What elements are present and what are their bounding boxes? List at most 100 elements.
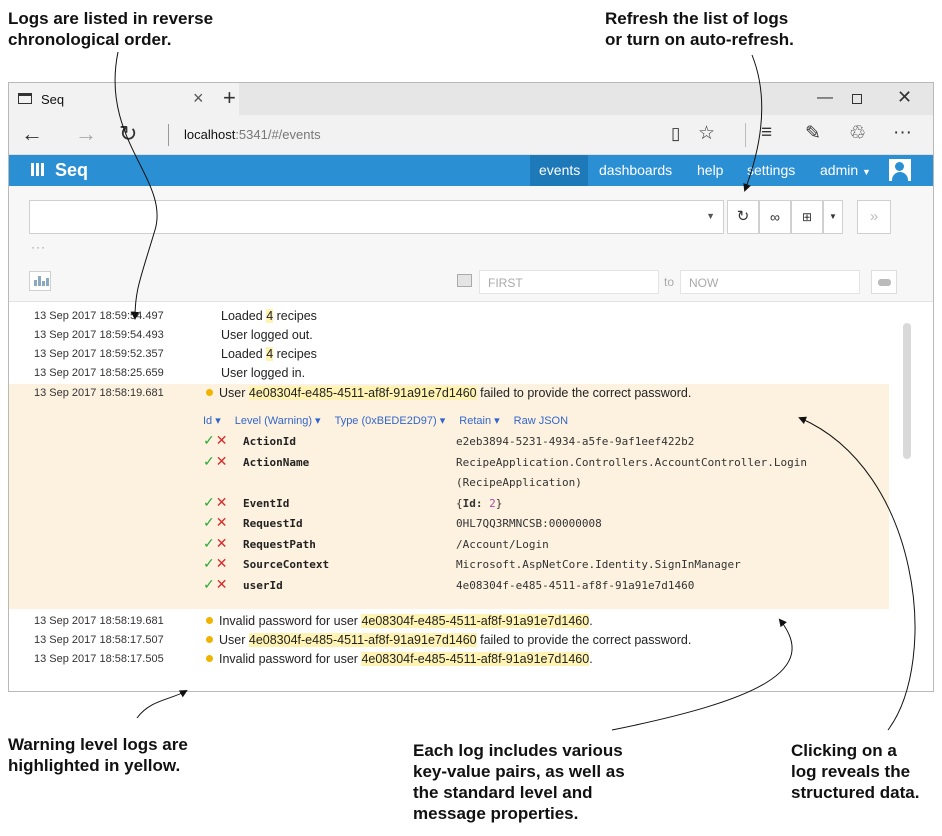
back-arrow-icon[interactable]: ← — [21, 121, 43, 147]
web-note-icon[interactable]: ✎ — [805, 122, 821, 145]
signal-dropdown[interactable]: ▼ — [823, 200, 843, 234]
seq-logo[interactable]: Seq — [55, 160, 88, 181]
search-history-dropdown[interactable]: ▼ — [706, 211, 715, 221]
tab-bar: Seq × + — ✕ — [9, 83, 933, 115]
forward-arrow-icon[interactable]: → — [75, 121, 97, 147]
event-row[interactable]: 13 Sep 2017 18:58:25.659 User logged in. — [9, 364, 889, 383]
maximize-icon[interactable] — [852, 94, 862, 104]
histogram-icon[interactable] — [29, 271, 51, 291]
range-from-input[interactable]: FIRST — [479, 270, 659, 294]
event-timestamp: 13 Sep 2017 18:59:54.493 — [34, 329, 164, 341]
event-action-3[interactable]: Retain ▾ — [459, 415, 499, 427]
refresh-icon[interactable]: ↻ — [119, 121, 137, 147]
include-filter-icon[interactable]: ✓ — [203, 514, 215, 530]
auto-refresh-button[interactable]: ∞ — [759, 200, 791, 234]
expanded-event-row[interactable]: 13 Sep 2017 18:58:19.681 User 4e08304f-e… — [9, 384, 889, 403]
exclude-filter-icon[interactable]: ✕ — [216, 576, 228, 592]
calendar-icon[interactable] — [457, 274, 472, 287]
event-message: User 4e08304f-e485-4511-af8f-91a91e7d146… — [206, 633, 691, 647]
property-value: e2eb3894-5231-4934-a5fe-9af1eef422b2 — [456, 435, 695, 448]
warning-dot-icon — [206, 655, 213, 662]
clear-range-button[interactable] — [871, 270, 897, 294]
close-window-icon[interactable]: ✕ — [897, 87, 912, 108]
event-message: User 4e08304f-e485-4511-af8f-91a91e7d146… — [206, 386, 691, 400]
nav-settings[interactable]: settings — [747, 162, 795, 178]
warning-dot-icon — [206, 636, 213, 643]
warning-dot-icon — [206, 389, 213, 396]
search-input[interactable]: ▼ — [29, 200, 724, 234]
expand-panel-button[interactable]: » — [857, 200, 891, 234]
event-timestamp: 13 Sep 2017 18:58:25.659 — [34, 367, 164, 379]
include-filter-icon[interactable]: ✓ — [203, 432, 215, 448]
event-action-4[interactable]: Raw JSON — [514, 415, 568, 427]
event-row[interactable]: 13 Sep 2017 18:59:54.493 User logged out. — [9, 326, 889, 345]
property-row: ✓✕ RequestId 0HL7QQ3RMNCSB:00000008 — [203, 514, 893, 534]
include-filter-icon[interactable]: ✓ — [203, 555, 215, 571]
property-value: {Id: 2} — [456, 496, 503, 510]
exclude-filter-icon[interactable]: ✕ — [216, 514, 228, 530]
event-timestamp: 13 Sep 2017 18:58:17.505 — [34, 653, 164, 665]
hub-icon[interactable]: ≡ — [761, 122, 772, 144]
favorite-star-icon[interactable]: ☆ — [698, 122, 715, 145]
seq-app-bar: Seq events dashboards help settings admi… — [9, 155, 933, 186]
event-timestamp: 13 Sep 2017 18:58:17.507 — [34, 634, 164, 646]
range-to-label: to — [664, 275, 675, 289]
property-row: ✓✕ ActionId e2eb3894-5231-4934-a5fe-9af1ee… — [203, 432, 893, 452]
event-row[interactable]: 13 Sep 2017 18:58:17.507 User 4e08304f-e4… — [9, 631, 889, 650]
exclude-filter-icon[interactable]: ✕ — [216, 555, 228, 571]
close-tab-icon[interactable]: × — [193, 88, 204, 109]
page-icon — [18, 93, 32, 104]
nav-events[interactable]: events — [539, 162, 580, 178]
filter-area: ▼ ↻ ∞ ⊞ ▼ » ··· FIRST to NOW — [9, 186, 933, 302]
scrollbar[interactable] — [903, 323, 911, 459]
exclude-filter-icon[interactable]: ✕ — [216, 432, 228, 448]
event-row[interactable]: 13 Sep 2017 18:59:54.497 Loaded 4 recipes — [9, 307, 889, 326]
more-dots[interactable]: ··· — [31, 240, 46, 254]
property-name: SourceContext — [243, 558, 330, 571]
property-row: ✓✕ RequestPath/Account/Login — [203, 535, 893, 555]
property-name: userId — [243, 578, 283, 592]
more-icon[interactable]: ··· — [893, 122, 912, 144]
event-action-1[interactable]: Level (Warning) ▾ — [235, 415, 321, 427]
nav-help[interactable]: help — [697, 162, 723, 178]
callout-structured-data: Clicking on a log reveals the structured… — [791, 741, 920, 802]
exclude-filter-icon[interactable]: ✕ — [216, 494, 228, 510]
property-value: (RecipeApplication) — [456, 476, 582, 489]
new-tab-button[interactable]: + — [223, 85, 236, 111]
nav-dashboards[interactable]: dashboards — [599, 162, 672, 178]
reading-view-icon[interactable]: ▯ — [671, 124, 680, 144]
minimize-icon[interactable]: — — [817, 89, 833, 107]
browser-window: Seq × + — ✕ ← → ↻ localhost:5341/#/event… — [8, 82, 934, 692]
signal-button[interactable]: ⊞ — [791, 200, 823, 234]
property-name: RequestPath — [243, 537, 316, 551]
url-field[interactable]: localhost:5341/#/events — [184, 127, 321, 142]
refresh-button[interactable]: ↻ — [727, 200, 759, 234]
include-filter-icon[interactable]: ✓ — [203, 576, 215, 592]
event-row[interactable]: 13 Sep 2017 18:58:19.681 Invalid password… — [9, 612, 889, 631]
include-filter-icon[interactable]: ✓ — [203, 453, 215, 469]
share-icon[interactable]: ♲ — [849, 122, 866, 145]
event-action-0[interactable]: Id ▾ — [203, 415, 221, 427]
exclude-filter-icon[interactable]: ✕ — [216, 535, 228, 551]
avatar[interactable] — [889, 159, 911, 181]
property-row: ✓✕ EventId {Id: 2} — [203, 494, 893, 514]
nav-admin[interactable]: admin ▼ — [820, 162, 871, 178]
event-message: Loaded 4 recipes — [221, 309, 317, 323]
exclude-filter-icon[interactable]: ✕ — [216, 453, 228, 469]
event-action-2[interactable]: Type (0xBEDE2D97) ▾ — [335, 415, 446, 427]
browser-tab[interactable]: Seq × — [9, 83, 239, 115]
seq-logo-icon — [31, 163, 44, 176]
range-to-input[interactable]: NOW — [680, 270, 860, 294]
event-row[interactable]: 13 Sep 2017 18:58:17.505 Invalid password… — [9, 650, 889, 669]
event-message: User logged out. — [221, 328, 313, 342]
callout-key-value-pairs: Each log includes various key-value pair… — [413, 741, 625, 823]
property-row: (RecipeApplication) — [203, 473, 893, 493]
callout-reverse-order: Logs are listed in reverse chronological… — [8, 9, 214, 49]
event-row[interactable]: 13 Sep 2017 18:59:52.357 Loaded 4 recipes — [9, 345, 889, 364]
expanded-event[interactable]: 13 Sep 2017 18:58:19.681 User 4e08304f-e… — [9, 384, 889, 609]
property-value: Microsoft.AspNetCore.Identity.SignInMana… — [456, 558, 741, 571]
event-timestamp: 13 Sep 2017 18:59:54.497 — [34, 310, 164, 322]
include-filter-icon[interactable]: ✓ — [203, 535, 215, 551]
tab-title: Seq — [41, 92, 65, 107]
include-filter-icon[interactable]: ✓ — [203, 494, 215, 510]
